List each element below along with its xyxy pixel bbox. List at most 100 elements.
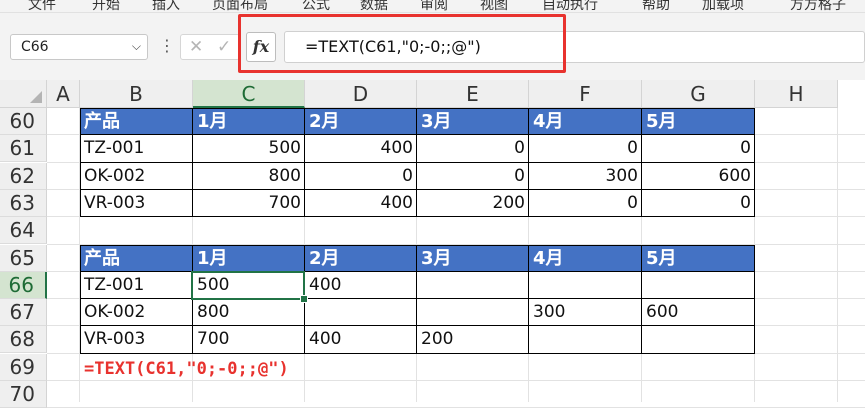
ribbon-tab[interactable]: 文件 [28, 0, 56, 12]
table1-cell[interactable]: 0 [305, 162, 417, 190]
ribbon-tab[interactable]: 方方格子 [790, 0, 846, 12]
table1-cell[interactable]: 0 [529, 135, 642, 163]
table1-header-cell: 2月 [305, 108, 417, 136]
column-header-e[interactable]: E [417, 80, 529, 108]
row-header-63[interactable]: 63 [0, 189, 47, 217]
table1-cell[interactable]: 300 [529, 162, 642, 190]
ribbon-tab[interactable]: 公式 [302, 0, 330, 12]
table2-cell[interactable] [417, 271, 529, 300]
table-border [80, 270, 755, 272]
column-header-a[interactable]: A [47, 80, 80, 108]
table1-cell[interactable]: 0 [642, 135, 755, 163]
ribbon-tab[interactable]: 加载项 [702, 0, 744, 12]
row-header-62[interactable]: 62 [0, 162, 47, 190]
table-border [641, 244, 642, 354]
table-border [80, 244, 81, 354]
table2-cell[interactable] [642, 326, 755, 354]
column-header-c[interactable]: C [193, 80, 305, 108]
row-header-69[interactable]: 69 [0, 353, 47, 381]
table2-header-cell: 3月 [417, 244, 529, 272]
chevron-down-icon[interactable]: ⌵ [132, 39, 141, 54]
table-border [80, 161, 755, 163]
select-all-icon [30, 91, 42, 103]
ribbon-tab[interactable]: 审阅 [420, 0, 448, 12]
row-header-70[interactable]: 70 [0, 381, 47, 408]
table1-cell[interactable]: 800 [193, 162, 305, 190]
table2-cell[interactable]: TZ-001 [80, 271, 193, 300]
table1-cell[interactable]: 700 [193, 189, 305, 218]
column-header-b[interactable]: B [80, 80, 193, 108]
table2-cell[interactable]: 200 [417, 326, 529, 354]
table-border [80, 325, 755, 327]
cancel-icon[interactable]: ✕ [189, 37, 203, 57]
ribbon-tab[interactable]: 页面布局 [212, 0, 268, 12]
table1-cell[interactable]: TZ-001 [80, 135, 193, 163]
table1-cell[interactable]: 0 [529, 189, 642, 218]
ribbon-tab[interactable]: 视图 [480, 0, 508, 12]
table1-cell[interactable]: 500 [193, 135, 305, 163]
check-icon[interactable]: ✓ [217, 37, 231, 57]
formula-edit-buttons: ✕ ✓ [180, 34, 240, 60]
row-header-65[interactable]: 65 [0, 244, 47, 272]
table1-cell[interactable]: VR-003 [80, 189, 193, 218]
table1-header-cell: 1月 [193, 108, 305, 136]
formula-highlight-box [238, 14, 566, 73]
table1-cell[interactable]: OK-002 [80, 162, 193, 190]
table2-header-cell: 1月 [193, 244, 305, 272]
table2-cell[interactable]: 700 [193, 326, 305, 354]
ribbon-tab[interactable]: 开始 [92, 0, 120, 12]
ribbon-tab[interactable]: 帮助 [642, 0, 670, 12]
gridline [837, 108, 838, 402]
ribbon-tabs: 文件 开始 插入 页面布局 公式 数据 审阅 视图 自动执行 帮助 加载项 方方格子 [0, 0, 865, 13]
row-header-61[interactable]: 61 [0, 135, 47, 163]
table2-cell[interactable]: VR-003 [80, 326, 193, 354]
table2-cell[interactable] [642, 271, 755, 300]
table1-cell[interactable]: 400 [305, 135, 417, 163]
table1-cell[interactable]: 0 [642, 189, 755, 218]
table2-cell[interactable] [417, 299, 529, 327]
table-border [80, 108, 755, 109]
table1-cell[interactable]: 200 [417, 189, 529, 218]
table2-cell[interactable]: 800 [193, 299, 305, 327]
table-border [80, 108, 81, 218]
row-header-68[interactable]: 68 [0, 326, 47, 354]
table-border [528, 108, 529, 218]
column-header-f[interactable]: F [529, 80, 642, 108]
table2-cell[interactable] [529, 326, 642, 354]
column-header-g[interactable]: G [642, 80, 755, 108]
table-border [528, 244, 529, 354]
row-header-66[interactable]: 66 [0, 271, 47, 299]
table-border [80, 188, 755, 190]
name-box-value: C66 [21, 39, 49, 55]
table-border [304, 108, 305, 218]
ribbon-tab[interactable]: 插入 [152, 0, 180, 12]
ribbon-tab[interactable]: 数据 [360, 0, 388, 12]
table2-cell[interactable] [529, 271, 642, 300]
table2-cell[interactable] [305, 299, 417, 327]
fill-handle[interactable] [300, 295, 308, 303]
row-header-64[interactable]: 64 [0, 217, 47, 245]
row-header-60[interactable]: 60 [0, 108, 47, 135]
table1-cell[interactable]: 0 [417, 135, 529, 163]
table1-cell[interactable]: 0 [417, 162, 529, 190]
table2-cell[interactable]: 400 [305, 271, 417, 300]
column-header-d[interactable]: D [305, 80, 417, 108]
table-border [192, 108, 193, 218]
row-header-67[interactable]: 67 [0, 299, 47, 327]
name-box[interactable]: C66 ⌵ [10, 34, 148, 60]
table2-cell[interactable]: 400 [305, 326, 417, 354]
table-border [80, 216, 755, 218]
table-border [80, 352, 755, 354]
more-options-icon[interactable]: ⋮ [159, 36, 175, 55]
column-header-h[interactable]: H [755, 80, 838, 108]
ribbon-tab[interactable]: 自动执行 [542, 0, 598, 12]
table2-cell[interactable]: 300 [529, 299, 642, 327]
select-all-corner[interactable] [0, 80, 47, 108]
table1-cell[interactable]: 600 [642, 162, 755, 190]
table2-cell[interactable]: 600 [642, 299, 755, 327]
table1-cell[interactable]: 400 [305, 189, 417, 218]
formula-note: =TEXT(C61,"0;-0;;@") [84, 359, 289, 379]
table1-header-cell: 5月 [642, 108, 755, 136]
table2-header-cell: 产品 [80, 244, 193, 272]
table2-cell[interactable]: OK-002 [80, 299, 193, 327]
